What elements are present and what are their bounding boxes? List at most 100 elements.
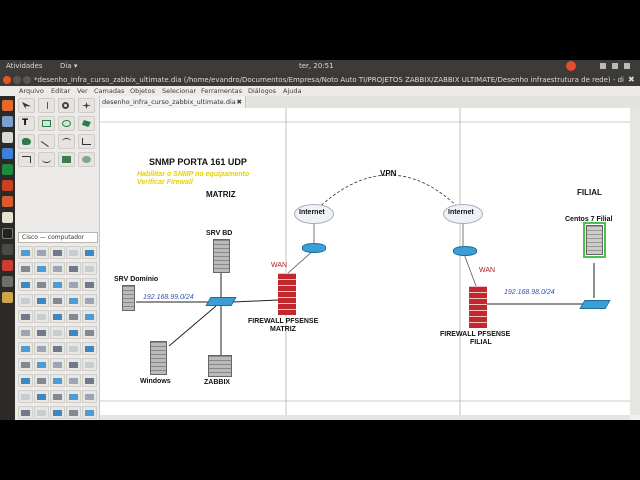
dia-icon[interactable]: [2, 292, 13, 303]
firewall-filial-icon[interactable]: [469, 286, 487, 328]
close-icon[interactable]: ✖: [628, 75, 635, 84]
shape-palette-item[interactable]: [82, 310, 97, 323]
menu-editar[interactable]: Editar: [51, 87, 70, 95]
shape-palette-item[interactable]: [18, 390, 33, 403]
router-filial-icon[interactable]: [453, 246, 477, 256]
menu-arquivo[interactable]: Arquivo: [19, 87, 44, 95]
centos-server-icon[interactable]: [583, 222, 606, 258]
shape-palette-item[interactable]: [34, 246, 49, 259]
pointer-tool[interactable]: [18, 98, 35, 113]
diagram-canvas[interactable]: SNMP PORTA 161 UDP Habilitar o SNMP no e…: [100, 108, 630, 415]
polyline-tool[interactable]: [18, 152, 35, 167]
matriz-label[interactable]: MATRIZ: [206, 190, 236, 199]
vpn-label[interactable]: VPN: [380, 169, 396, 178]
shape-palette-item[interactable]: [34, 342, 49, 355]
menu-camadas[interactable]: Camadas: [94, 87, 124, 95]
shape-palette-item[interactable]: [66, 262, 81, 275]
shape-palette-item[interactable]: [34, 262, 49, 275]
shape-palette-item[interactable]: [50, 294, 65, 307]
shape-palette-item[interactable]: [18, 374, 33, 387]
shape-palette-item[interactable]: [50, 262, 65, 275]
shape-palette-item[interactable]: [34, 358, 49, 371]
srv-dominio-server-icon[interactable]: [122, 285, 135, 311]
shape-palette-item[interactable]: [50, 406, 65, 419]
settings-icon[interactable]: [2, 276, 13, 287]
impress-icon[interactable]: [2, 180, 13, 191]
shape-palette-item[interactable]: [82, 358, 97, 371]
horizontal-scrollbar[interactable]: [100, 415, 630, 420]
minimize-window-icon[interactable]: [13, 76, 21, 84]
shape-palette-item[interactable]: [66, 326, 81, 339]
snmp-note-line-2[interactable]: Verificar Firewall: [137, 179, 193, 188]
shape-palette-item[interactable]: [82, 406, 97, 419]
shape-palette-item[interactable]: [82, 326, 97, 339]
zabbix-server-icon[interactable]: [208, 355, 232, 377]
shape-palette-item[interactable]: [66, 406, 81, 419]
menu-ver[interactable]: Ver: [77, 87, 88, 95]
filial-label[interactable]: FILIAL: [577, 188, 602, 197]
beziergon-tool[interactable]: [18, 134, 35, 149]
router-matriz-icon[interactable]: [302, 243, 326, 253]
app-red-icon[interactable]: [2, 260, 13, 271]
vertical-scrollbar[interactable]: [630, 108, 640, 415]
shape-palette-item[interactable]: [18, 262, 33, 275]
shape-palette-item[interactable]: [50, 246, 65, 259]
calc-icon[interactable]: [2, 164, 13, 175]
box-tool[interactable]: [38, 116, 55, 131]
shape-palette-item[interactable]: [82, 246, 97, 259]
arc-tool[interactable]: [58, 134, 75, 149]
shape-palette-item[interactable]: [50, 326, 65, 339]
shape-palette-item[interactable]: [66, 246, 81, 259]
shape-palette-item[interactable]: [66, 310, 81, 323]
move-tool[interactable]: [78, 98, 95, 113]
terminal-icon[interactable]: [2, 228, 13, 239]
shape-palette-item[interactable]: [34, 390, 49, 403]
switch-filial-icon[interactable]: [579, 300, 611, 309]
power-icon[interactable]: [624, 63, 630, 69]
shape-palette-item[interactable]: [82, 262, 97, 275]
shape-palette-item[interactable]: [18, 326, 33, 339]
shape-palette-item[interactable]: [18, 246, 33, 259]
shape-palette-item[interactable]: [18, 358, 33, 371]
files-icon[interactable]: [2, 116, 13, 127]
clock[interactable]: ter, 20:51: [299, 62, 334, 70]
shape-palette-item[interactable]: [34, 326, 49, 339]
network-icon[interactable]: [600, 63, 606, 69]
switch-matriz-icon[interactable]: [205, 297, 237, 306]
snmp-heading[interactable]: SNMP PORTA 161 UDP: [149, 157, 247, 167]
firefox-icon[interactable]: [2, 100, 13, 111]
outline-tool[interactable]: [78, 152, 95, 167]
shape-palette-item[interactable]: [66, 342, 81, 355]
shape-palette-item[interactable]: [82, 294, 97, 307]
shape-palette-item[interactable]: [18, 310, 33, 323]
writer-icon[interactable]: [2, 148, 13, 159]
zigzag-tool[interactable]: [78, 134, 95, 149]
menu-objetos[interactable]: Objetos: [130, 87, 155, 95]
image-tool[interactable]: [58, 152, 75, 167]
activities-button[interactable]: Atividades: [6, 62, 43, 70]
menu-selecionar[interactable]: Selecionar: [162, 87, 196, 95]
ellipse-tool[interactable]: [58, 116, 75, 131]
shape-palette-item[interactable]: [34, 294, 49, 307]
sheet-selector[interactable]: Cisco — computador: [18, 232, 98, 243]
shape-palette-item[interactable]: [50, 278, 65, 291]
software-center-icon[interactable]: [2, 196, 13, 207]
shape-palette-item[interactable]: [50, 358, 65, 371]
windows-server-icon[interactable]: [150, 341, 167, 375]
tab-diagram[interactable]: desenho_infra_curso_zabbix_ultimate.dia …: [100, 96, 246, 108]
bezier-tool[interactable]: [38, 152, 55, 167]
zoom-tool[interactable]: [58, 98, 75, 113]
maximize-window-icon[interactable]: [23, 76, 31, 84]
volume-icon[interactable]: [612, 63, 618, 69]
firewall-matriz-icon[interactable]: [278, 273, 296, 315]
shape-palette-item[interactable]: [50, 374, 65, 387]
shape-palette-item[interactable]: [34, 374, 49, 387]
app-menu-button[interactable]: Dia ▾: [60, 62, 77, 70]
text-edit-tool[interactable]: [38, 98, 55, 113]
shape-palette-item[interactable]: [66, 278, 81, 291]
shape-palette-item[interactable]: [34, 310, 49, 323]
polygon-tool[interactable]: [78, 116, 95, 131]
gedit-icon[interactable]: [2, 212, 13, 223]
app-icon[interactable]: [2, 244, 13, 255]
shape-palette-item[interactable]: [34, 278, 49, 291]
